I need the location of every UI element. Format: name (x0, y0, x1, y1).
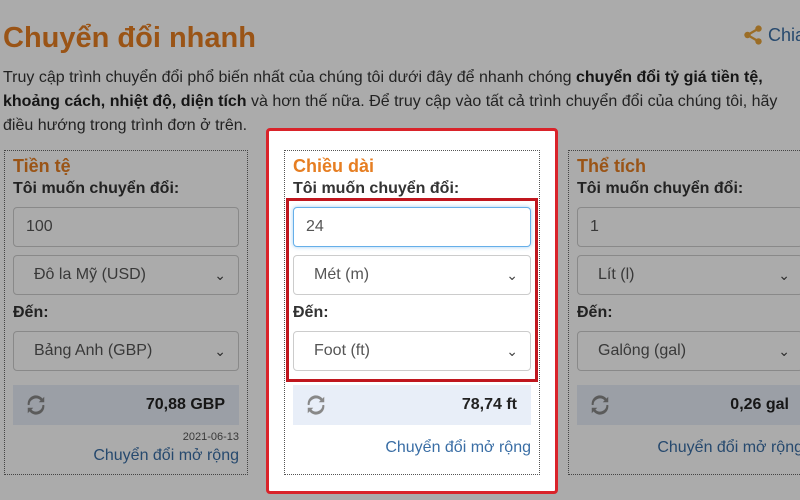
to-unit-select[interactable]: Foot (ft) ⌄ (293, 331, 531, 371)
to-unit-select[interactable]: Galông (gal) ⌄ (577, 331, 800, 371)
refresh-icon[interactable] (25, 394, 47, 416)
refresh-icon[interactable] (589, 394, 611, 416)
chevron-down-icon: ⌄ (778, 266, 790, 283)
result-value: 0,26 gal (730, 396, 789, 413)
result-value: 70,88 GBP (145, 396, 225, 413)
from-unit-value: Mét (m) (314, 266, 370, 283)
length-converter-card: Chiều dài Tôi muốn chuyển đổi: 24 Mét (m… (284, 150, 540, 475)
volume-converter-card: Thể tích Tôi muốn chuyển đổi: 1 Lít (l) ⌄… (568, 150, 800, 475)
result-box: 78,74 ft (293, 385, 531, 425)
extended-converter-link[interactable]: Chuyển đổi mở rộng (293, 439, 531, 457)
amount-input[interactable]: 24 (293, 207, 531, 247)
intro-line3: điều hướng trong trình đơn ở trên. (3, 117, 248, 134)
to-label: Đến: (13, 304, 49, 321)
from-unit-select[interactable]: Đô la Mỹ (USD) ⌄ (13, 255, 239, 295)
currency-converter-card: Tiền tệ Tôi muốn chuyển đổi: 100 Đô la M… (4, 150, 248, 475)
to-unit-select[interactable]: Bảng Anh (GBP) ⌄ (13, 331, 239, 371)
to-unit-value: Galông (gal) (598, 342, 687, 359)
extended-converter-link[interactable]: Chuyển đổi mở rộng (577, 439, 800, 457)
to-label: Đến: (577, 304, 613, 321)
intro-bold-2: khoảng cách, nhiệt độ, diện tích (3, 93, 247, 110)
card-title: Chiều dài (293, 156, 375, 176)
result-box: 70,88 GBP (13, 385, 239, 425)
amount-input[interactable]: 1 (577, 207, 800, 247)
card-title: Thể tích (577, 156, 647, 176)
result-box: 0,26 gal (577, 385, 800, 425)
extended-converter-link[interactable]: Chuyển đổi mở rộng (13, 447, 239, 465)
intro-line1: Truy cập trình chuyển đổi phổ biến nhất … (3, 69, 576, 86)
share-label: Chia (768, 24, 800, 45)
refresh-icon[interactable] (305, 394, 327, 416)
to-label: Đến: (293, 304, 329, 321)
intro-bold-1: chuyển đổi tỷ giá tiền tệ, (576, 69, 763, 86)
from-label: Tôi muốn chuyển đổi: (577, 180, 744, 197)
share-button[interactable]: Chia (742, 24, 800, 46)
result-value: 78,74 ft (461, 396, 517, 413)
to-unit-value: Bảng Anh (GBP) (34, 342, 153, 359)
from-unit-value: Lít (l) (598, 266, 635, 283)
chevron-down-icon: ⌄ (214, 342, 226, 359)
from-unit-select[interactable]: Lít (l) ⌄ (577, 255, 800, 295)
amount-input[interactable]: 100 (13, 207, 239, 247)
from-unit-value: Đô la Mỹ (USD) (34, 266, 147, 283)
rate-date: 2021-06-13 (182, 431, 239, 443)
share-icon (744, 25, 762, 45)
chevron-down-icon: ⌄ (778, 342, 790, 359)
from-label: Tôi muốn chuyển đổi: (293, 180, 460, 197)
intro-line2: và hơn thế nữa. Để truy cập vào tất cả t… (246, 93, 778, 110)
chevron-down-icon: ⌄ (506, 266, 518, 283)
chevron-down-icon: ⌄ (214, 266, 226, 283)
from-unit-select[interactable]: Mét (m) ⌄ (293, 255, 531, 295)
to-unit-value: Foot (ft) (314, 342, 371, 359)
chevron-down-icon: ⌄ (506, 342, 518, 359)
page-title: Chuyển đổi nhanh (3, 22, 256, 54)
card-title: Tiền tệ (13, 156, 71, 176)
from-label: Tôi muốn chuyển đổi: (13, 180, 180, 197)
